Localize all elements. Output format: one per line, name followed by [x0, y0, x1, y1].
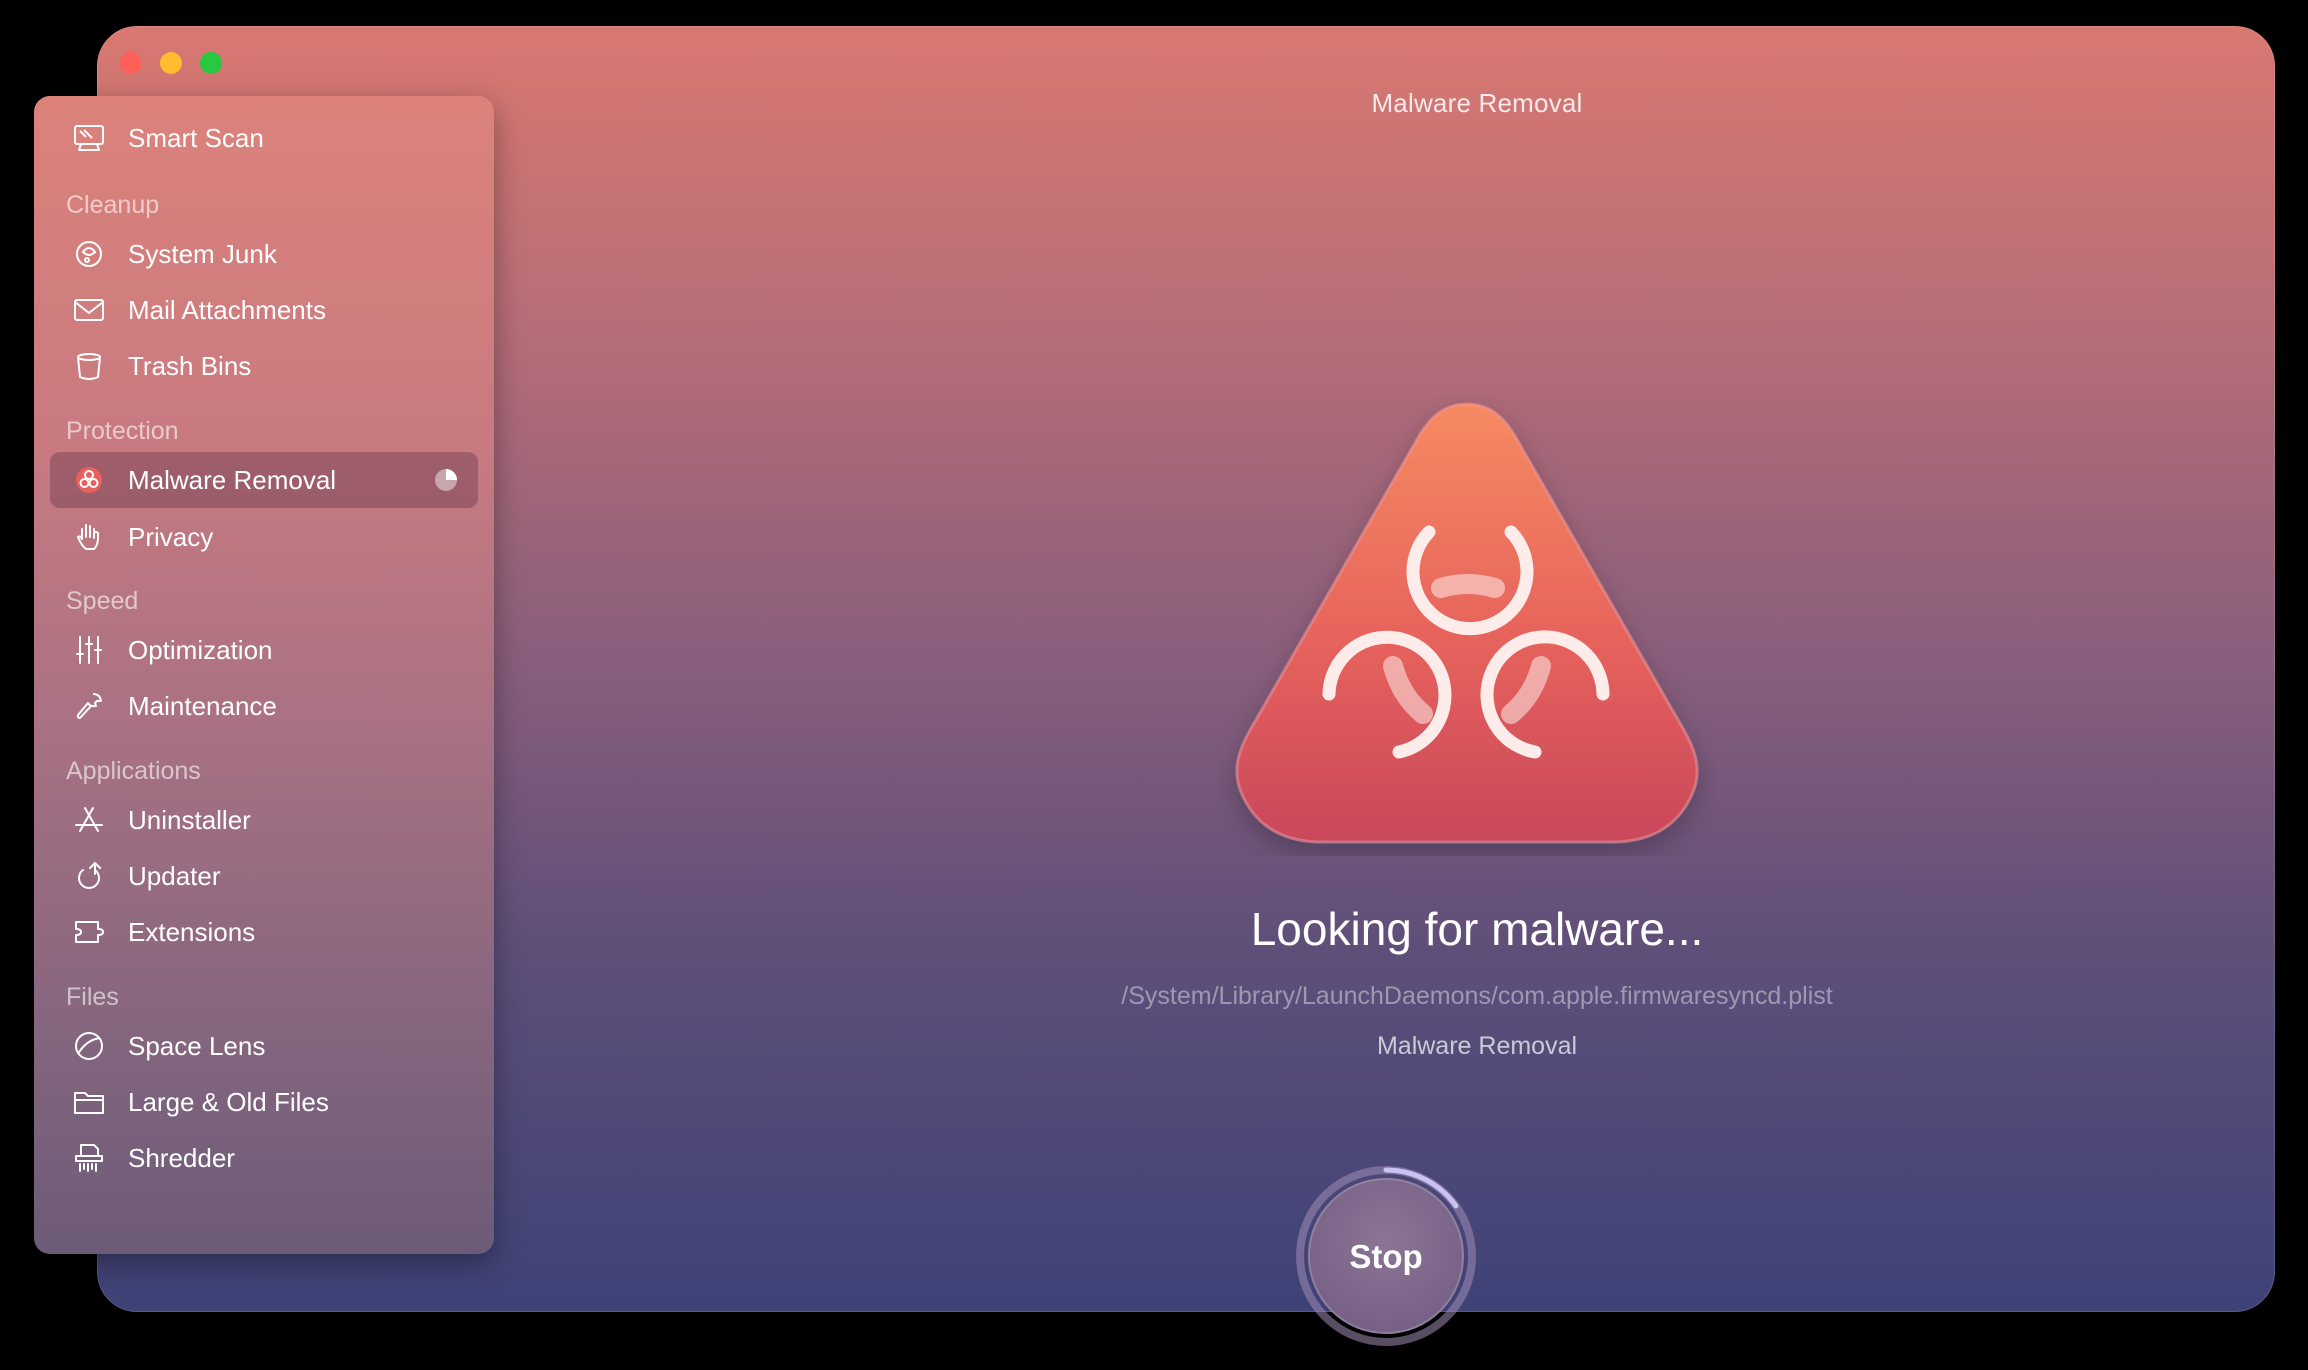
sidebar-item-extensions[interactable]: Extensions — [50, 904, 478, 960]
biohazard-icon — [72, 464, 106, 496]
minimize-window-button[interactable] — [160, 52, 182, 74]
sidebar-item-mail-attachments[interactable]: Mail Attachments — [50, 282, 478, 338]
section-header-speed: Speed — [66, 587, 139, 615]
extensions-icon — [72, 916, 106, 948]
sidebar-item-privacy[interactable]: Privacy — [50, 509, 478, 565]
system-junk-icon — [72, 238, 106, 270]
biohazard-triangle-icon — [1217, 396, 1717, 856]
trash-bin-icon — [72, 350, 106, 382]
wrench-icon — [72, 690, 106, 722]
section-header-protection: Protection — [66, 417, 179, 445]
hand-icon — [72, 521, 106, 553]
section-header-cleanup: Cleanup — [66, 191, 160, 219]
app-store-icon — [72, 804, 106, 836]
sidebar-item-shredder[interactable]: Shredder — [50, 1130, 478, 1186]
sidebar: Smart Scan Cleanup System Junk Mail Atta… — [34, 96, 494, 1254]
folder-icon — [72, 1086, 106, 1118]
sidebar-item-system-junk[interactable]: System Junk — [50, 226, 478, 282]
zoom-window-button[interactable] — [200, 52, 222, 74]
sidebar-item-smart-scan[interactable]: Smart Scan — [50, 110, 478, 166]
stop-control: Stop — [1294, 1164, 1478, 1348]
sidebar-item-uninstaller[interactable]: Uninstaller — [50, 792, 478, 848]
sidebar-item-optimization[interactable]: Optimization — [50, 622, 478, 678]
sidebar-item-maintenance[interactable]: Maintenance — [50, 678, 478, 734]
scan-progress-pie-icon — [434, 468, 458, 492]
section-header-files: Files — [66, 983, 119, 1011]
monitor-scan-icon — [72, 122, 106, 154]
shredder-icon — [72, 1142, 106, 1174]
sidebar-item-space-lens[interactable]: Space Lens — [50, 1018, 478, 1074]
sidebar-item-trash-bins[interactable]: Trash Bins — [50, 338, 478, 394]
section-header-applications: Applications — [66, 757, 201, 785]
screen: Malware Removal Looking for malware... /… — [0, 0, 2308, 1370]
stop-button[interactable]: Stop — [1308, 1178, 1464, 1334]
close-window-button[interactable] — [120, 52, 142, 74]
sidebar-item-large-old-files[interactable]: Large & Old Files — [50, 1074, 478, 1130]
sidebar-item-malware-removal[interactable]: Malware Removal — [50, 452, 478, 508]
update-arrow-icon — [72, 860, 106, 892]
envelope-icon — [72, 294, 106, 326]
sidebar-item-updater[interactable]: Updater — [50, 848, 478, 904]
sliders-icon — [72, 634, 106, 666]
space-lens-icon — [72, 1030, 106, 1062]
